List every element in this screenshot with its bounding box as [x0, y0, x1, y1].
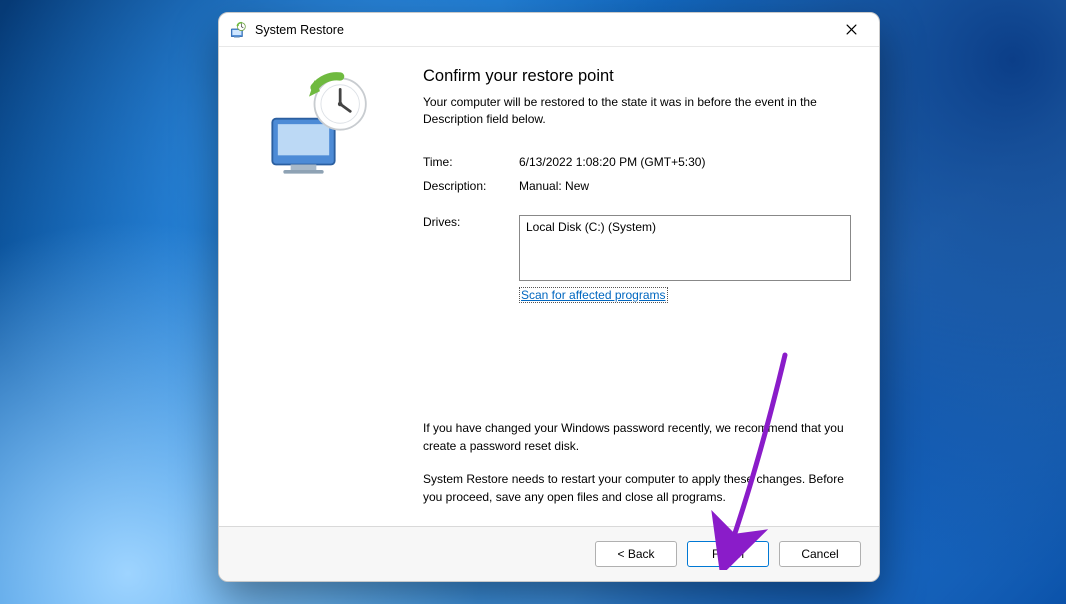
time-value: 6/13/2022 1:08:20 PM (GMT+5:30)	[519, 155, 851, 169]
titlebar: System Restore	[219, 13, 879, 47]
wizard-text-pane: Confirm your restore point Your computer…	[411, 65, 857, 512]
time-row: Time: 6/13/2022 1:08:20 PM (GMT+5:30)	[423, 155, 851, 169]
description-row: Description: Manual: New	[423, 179, 851, 193]
back-button[interactable]: < Back	[595, 541, 677, 567]
system-restore-graphic-icon	[265, 71, 375, 181]
system-restore-dialog: System Restore	[218, 12, 880, 582]
drive-item[interactable]: Local Disk (C:) (System)	[526, 220, 656, 234]
password-note: If you have changed your Windows passwor…	[423, 420, 851, 455]
system-restore-icon	[229, 21, 247, 39]
wizard-graphic-pane	[241, 65, 411, 512]
wizard-button-bar: < Back Finish Cancel	[219, 526, 879, 581]
page-heading: Confirm your restore point	[423, 67, 851, 86]
time-label: Time:	[423, 155, 519, 169]
close-button[interactable]	[829, 15, 873, 45]
finish-button[interactable]: Finish	[687, 541, 769, 567]
drives-label: Drives:	[423, 215, 519, 229]
cancel-button[interactable]: Cancel	[779, 541, 861, 567]
close-icon	[846, 24, 857, 35]
page-subtext: Your computer will be restored to the st…	[423, 94, 851, 129]
scan-affected-programs-link[interactable]: Scan for affected programs	[519, 287, 668, 303]
dialog-content: Confirm your restore point Your computer…	[219, 47, 879, 526]
window-title: System Restore	[255, 23, 344, 37]
description-label: Description:	[423, 179, 519, 193]
description-value: Manual: New	[519, 179, 851, 193]
restart-note: System Restore needs to restart your com…	[423, 471, 851, 506]
drives-row: Drives: Local Disk (C:) (System) Scan fo…	[423, 215, 851, 303]
drives-listbox[interactable]: Local Disk (C:) (System)	[519, 215, 851, 281]
